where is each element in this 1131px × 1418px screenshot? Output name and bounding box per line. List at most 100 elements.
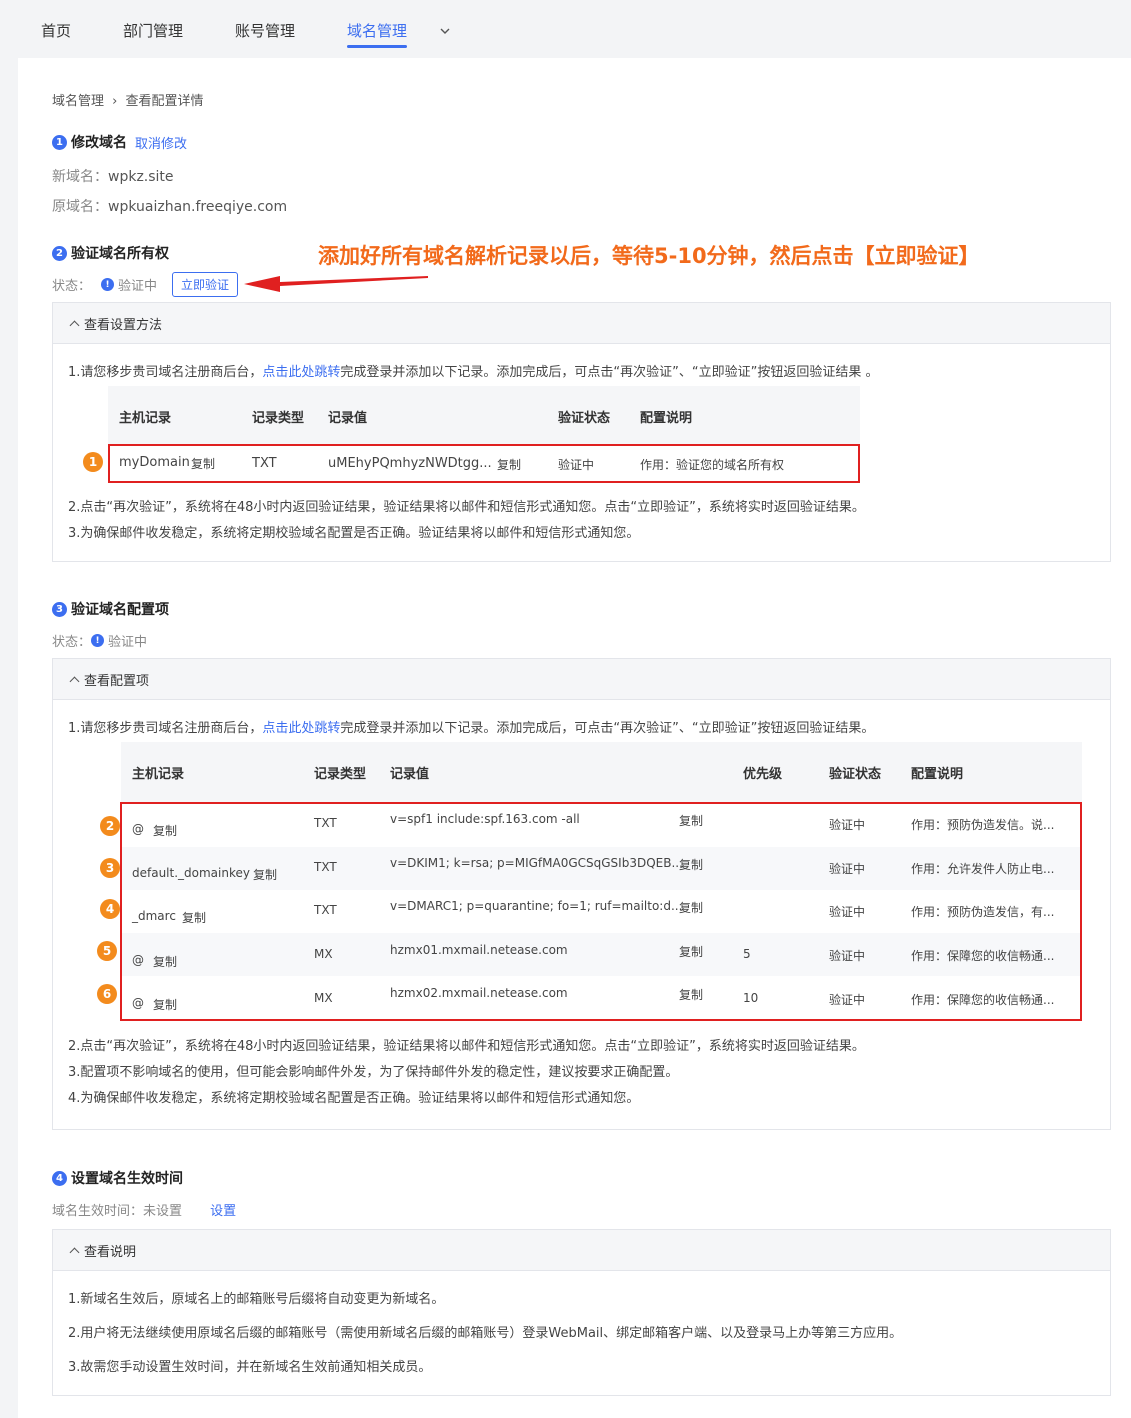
col-host: 主机记录 bbox=[119, 411, 172, 426]
step2-instruction-1: 1.请您移步贵司域名注册商后台，点击此处跳转完成登录并添加以下记录。添加完成后，… bbox=[68, 361, 879, 380]
copy-button[interactable]: 复制 bbox=[182, 909, 206, 926]
nav-more-chevron-icon[interactable] bbox=[440, 24, 450, 38]
step3-title-text: 验证域名配置项 bbox=[71, 602, 169, 618]
chevron-up-icon bbox=[69, 1247, 80, 1257]
col-priority: 优先级 bbox=[743, 767, 783, 782]
marker-1: 1 bbox=[83, 452, 103, 472]
copy-value-button[interactable]: 复制 bbox=[679, 899, 703, 916]
table-cell-priority: 10 bbox=[743, 991, 759, 1005]
table-cell-type: TXT bbox=[314, 816, 337, 830]
table-cell-desc: 作用：保障您的收信畅通... bbox=[911, 949, 1055, 963]
nav-item-domain[interactable]: 域名管理 bbox=[329, 20, 425, 48]
breadcrumb-current: 查看配置详情 bbox=[125, 94, 204, 109]
info-icon: ! bbox=[91, 634, 105, 647]
step3-status-label: 状态： bbox=[52, 635, 92, 650]
table-cell-value: v=DKIM1; k=rsa; p=MIGfMA0GCSqGSIb3DQEB..… bbox=[390, 856, 683, 870]
copy-value-button[interactable]: 复制 bbox=[679, 812, 703, 829]
copy-button[interactable]: 复制 bbox=[153, 996, 177, 1013]
col-desc: 配置说明 bbox=[911, 767, 964, 782]
step3-title: 3 验证域名配置项 bbox=[52, 599, 169, 619]
new-domain-row: 新域名：wpkz.site bbox=[52, 166, 174, 186]
marker-4: 4 bbox=[100, 899, 120, 919]
table-cell-status: 验证中 bbox=[558, 458, 595, 472]
step2-status-value: 验证中 bbox=[118, 279, 158, 294]
table-cell-value: v=DMARC1; p=quarantine; fo=1; ruf=mailto… bbox=[390, 899, 683, 913]
step2-status-label: 状态： bbox=[52, 279, 92, 294]
effective-time-row: 域名生效时间：未设置 设置 bbox=[52, 1200, 236, 1219]
copy-button[interactable]: 复制 bbox=[253, 866, 277, 883]
table-cell-host: @ bbox=[132, 822, 144, 836]
step4-instruction-2: 2.用户将无法继续使用原域名后缀的邮箱账号（需使用新域名后缀的邮箱账号）登录We… bbox=[68, 1326, 903, 1341]
table-cell-status: 验证中 bbox=[829, 818, 866, 832]
table-cell-status: 验证中 bbox=[829, 905, 866, 919]
copy-button[interactable]: 复制 bbox=[153, 822, 177, 839]
nav-item-home[interactable]: 首页 bbox=[41, 20, 71, 46]
table-cell-host: myDomain bbox=[119, 455, 190, 470]
table-cell-value: hzmx01.mxmail.netease.com bbox=[390, 943, 568, 957]
old-domain-row: 原域名：wpkuaizhan.freeqiye.com bbox=[52, 196, 287, 216]
step2-line1-text: 1.请您移步贵司域名注册商后台， bbox=[68, 365, 263, 380]
col-status: 验证状态 bbox=[558, 411, 611, 426]
breadcrumb-parent[interactable]: 域名管理 bbox=[52, 94, 104, 109]
step2-title: 2 验证域名所有权 bbox=[52, 243, 169, 263]
chevron-up-icon bbox=[69, 320, 80, 330]
new-domain-label: 新域名： bbox=[52, 169, 108, 185]
copy-value-button[interactable]: 复制 bbox=[497, 456, 521, 473]
copy-button[interactable]: 复制 bbox=[153, 953, 177, 970]
table-cell-status: 验证中 bbox=[829, 993, 866, 1007]
instructions-panel-header[interactable]: 查看说明 bbox=[53, 1230, 1110, 1271]
step1-title: 1 修改域名 取消修改 bbox=[52, 132, 187, 152]
table-cell-desc: 作用：保障您的收信畅通... bbox=[911, 993, 1055, 1007]
nav-item-account[interactable]: 账号管理 bbox=[235, 20, 295, 46]
col-status: 验证状态 bbox=[829, 767, 882, 782]
step2-line1-rest: 完成登录并添加以下记录。添加完成后，可点击“再次验证”、“立即验证”按钮返回验证… bbox=[340, 365, 879, 380]
step3-line1-text: 1.请您移步贵司域名注册商后台， bbox=[68, 721, 263, 736]
step3-jump-link[interactable]: 点击此处跳转 bbox=[262, 721, 340, 736]
new-domain-value: wpkz.site bbox=[108, 169, 174, 185]
step3-line1-rest: 完成登录并添加以下记录。添加完成后，可点击“再次验证”、“立即验证”按钮返回验证… bbox=[340, 721, 875, 736]
set-time-link[interactable]: 设置 bbox=[210, 1204, 236, 1219]
setup-method-panel-title: 查看设置方法 bbox=[84, 317, 163, 333]
nav-item-department[interactable]: 部门管理 bbox=[123, 20, 183, 46]
setup-method-panel-header[interactable]: 查看设置方法 bbox=[53, 303, 1110, 344]
old-domain-value: wpkuaizhan.freeqiye.com bbox=[108, 199, 288, 215]
step4-title: 4 设置域名生效时间 bbox=[52, 1168, 183, 1188]
copy-button[interactable]: 复制 bbox=[191, 455, 215, 472]
step4-title-text: 设置域名生效时间 bbox=[71, 1171, 183, 1187]
copy-value-button[interactable]: 复制 bbox=[679, 943, 703, 960]
annotation-text: 添加好所有域名解析记录以后，等待5-10分钟，然后点击【立即验证】 bbox=[318, 244, 980, 268]
table-cell-value: hzmx02.mxmail.netease.com bbox=[390, 986, 568, 1000]
marker-2: 2 bbox=[100, 816, 120, 836]
marker-3: 3 bbox=[100, 858, 120, 878]
step2-instruction-2: 2.点击“再次验证”，系统将在48小时内返回验证结果，验证结果将以邮件和短信形式… bbox=[68, 500, 865, 515]
step2-table-header bbox=[108, 386, 860, 444]
breadcrumb-separator: › bbox=[112, 94, 118, 109]
cancel-modify-link[interactable]: 取消修改 bbox=[135, 133, 187, 152]
copy-value-button[interactable]: 复制 bbox=[679, 986, 703, 1003]
table-cell-desc: 作用：预防伪造发信。说... bbox=[911, 818, 1055, 832]
table-cell-value: uMEhyPQmhyzNWDtgg... bbox=[328, 456, 492, 471]
chevron-up-icon bbox=[69, 676, 80, 686]
step2-title-text: 验证域名所有权 bbox=[71, 246, 169, 262]
table-cell-desc: 作用：预防伪造发信，有... bbox=[911, 905, 1055, 919]
step3-instruction-1: 1.请您移步贵司域名注册商后台，点击此处跳转完成登录并添加以下记录。添加完成后，… bbox=[68, 717, 874, 736]
table-cell-desc: 作用：允许发件人防止电... bbox=[911, 862, 1055, 876]
table-cell-desc: 作用：验证您的域名所有权 bbox=[640, 458, 785, 472]
config-items-panel-header[interactable]: 查看配置项 bbox=[53, 659, 1110, 700]
effective-time-value: 未设置 bbox=[143, 1204, 183, 1219]
table-cell-status: 验证中 bbox=[829, 949, 866, 963]
step3-instruction-3: 3.配置项不影响域名的使用，但可能会影响邮件外发，为了保持邮件外发的稳定性，建议… bbox=[68, 1065, 679, 1080]
marker-6: 6 bbox=[97, 984, 117, 1004]
copy-value-button[interactable]: 复制 bbox=[679, 856, 703, 873]
step4-instruction-1: 1.新域名生效后，原域名上的邮箱账号后缀将自动变更为新域名。 bbox=[68, 1292, 445, 1307]
step2-jump-link[interactable]: 点击此处跳转 bbox=[262, 365, 340, 380]
table-cell-host: _dmarc bbox=[132, 909, 176, 923]
verify-now-button[interactable]: 立即验证 bbox=[172, 272, 239, 297]
step2-instruction-3: 3.为确保邮件收发稳定，系统将定期校验域名配置是否正确。验证结果将以邮件和短信形… bbox=[68, 526, 640, 541]
marker-5: 5 bbox=[97, 941, 117, 961]
step3-instruction-2: 2.点击“再次验证”，系统将在48小时内返回验证结果，验证结果将以邮件和短信形式… bbox=[68, 1039, 865, 1054]
table-cell-host: @ bbox=[132, 953, 144, 967]
table-cell-value: v=spf1 include:spf.163.com -all bbox=[390, 812, 580, 826]
instructions-panel-title: 查看说明 bbox=[84, 1244, 137, 1260]
table-cell-priority: 5 bbox=[743, 947, 751, 961]
